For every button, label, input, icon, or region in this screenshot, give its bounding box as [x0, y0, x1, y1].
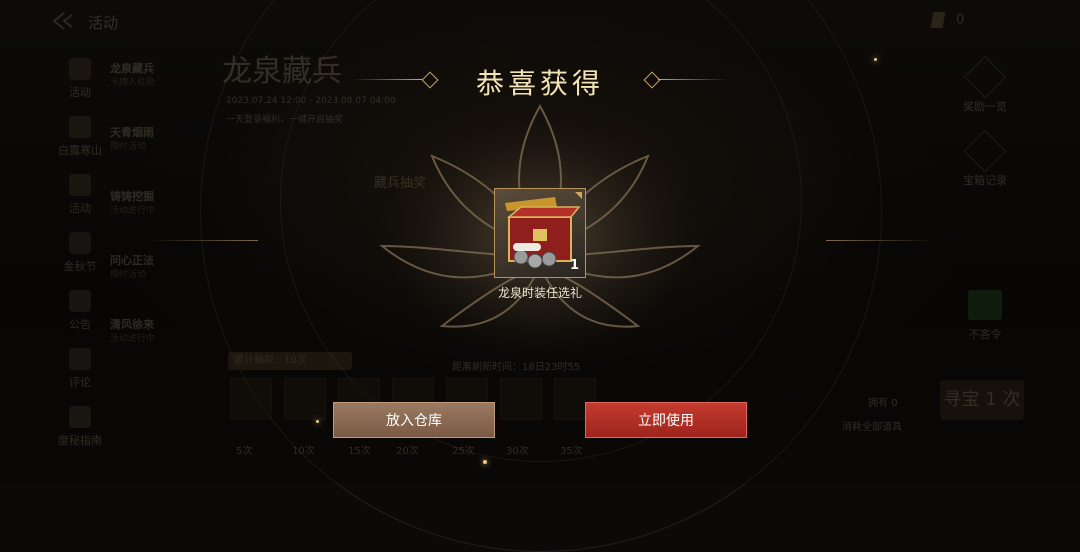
side-divider-right [826, 240, 936, 241]
title-divider-right [658, 79, 728, 80]
item-quantity: 1 [569, 258, 579, 273]
modal-title: 恭喜获得 [475, 67, 604, 100]
sparkle-icon [483, 460, 487, 464]
sparkle-icon [316, 420, 319, 423]
sparkle-icon [874, 58, 877, 61]
item-name: 龙泉时装任选礼 [497, 286, 582, 300]
use-now-button[interactable]: 立即使用 [585, 402, 747, 438]
reward-item-card[interactable]: 1 [494, 188, 586, 278]
store-in-warehouse-button[interactable]: 放入仓库 [333, 402, 495, 438]
side-divider-left [148, 240, 258, 241]
